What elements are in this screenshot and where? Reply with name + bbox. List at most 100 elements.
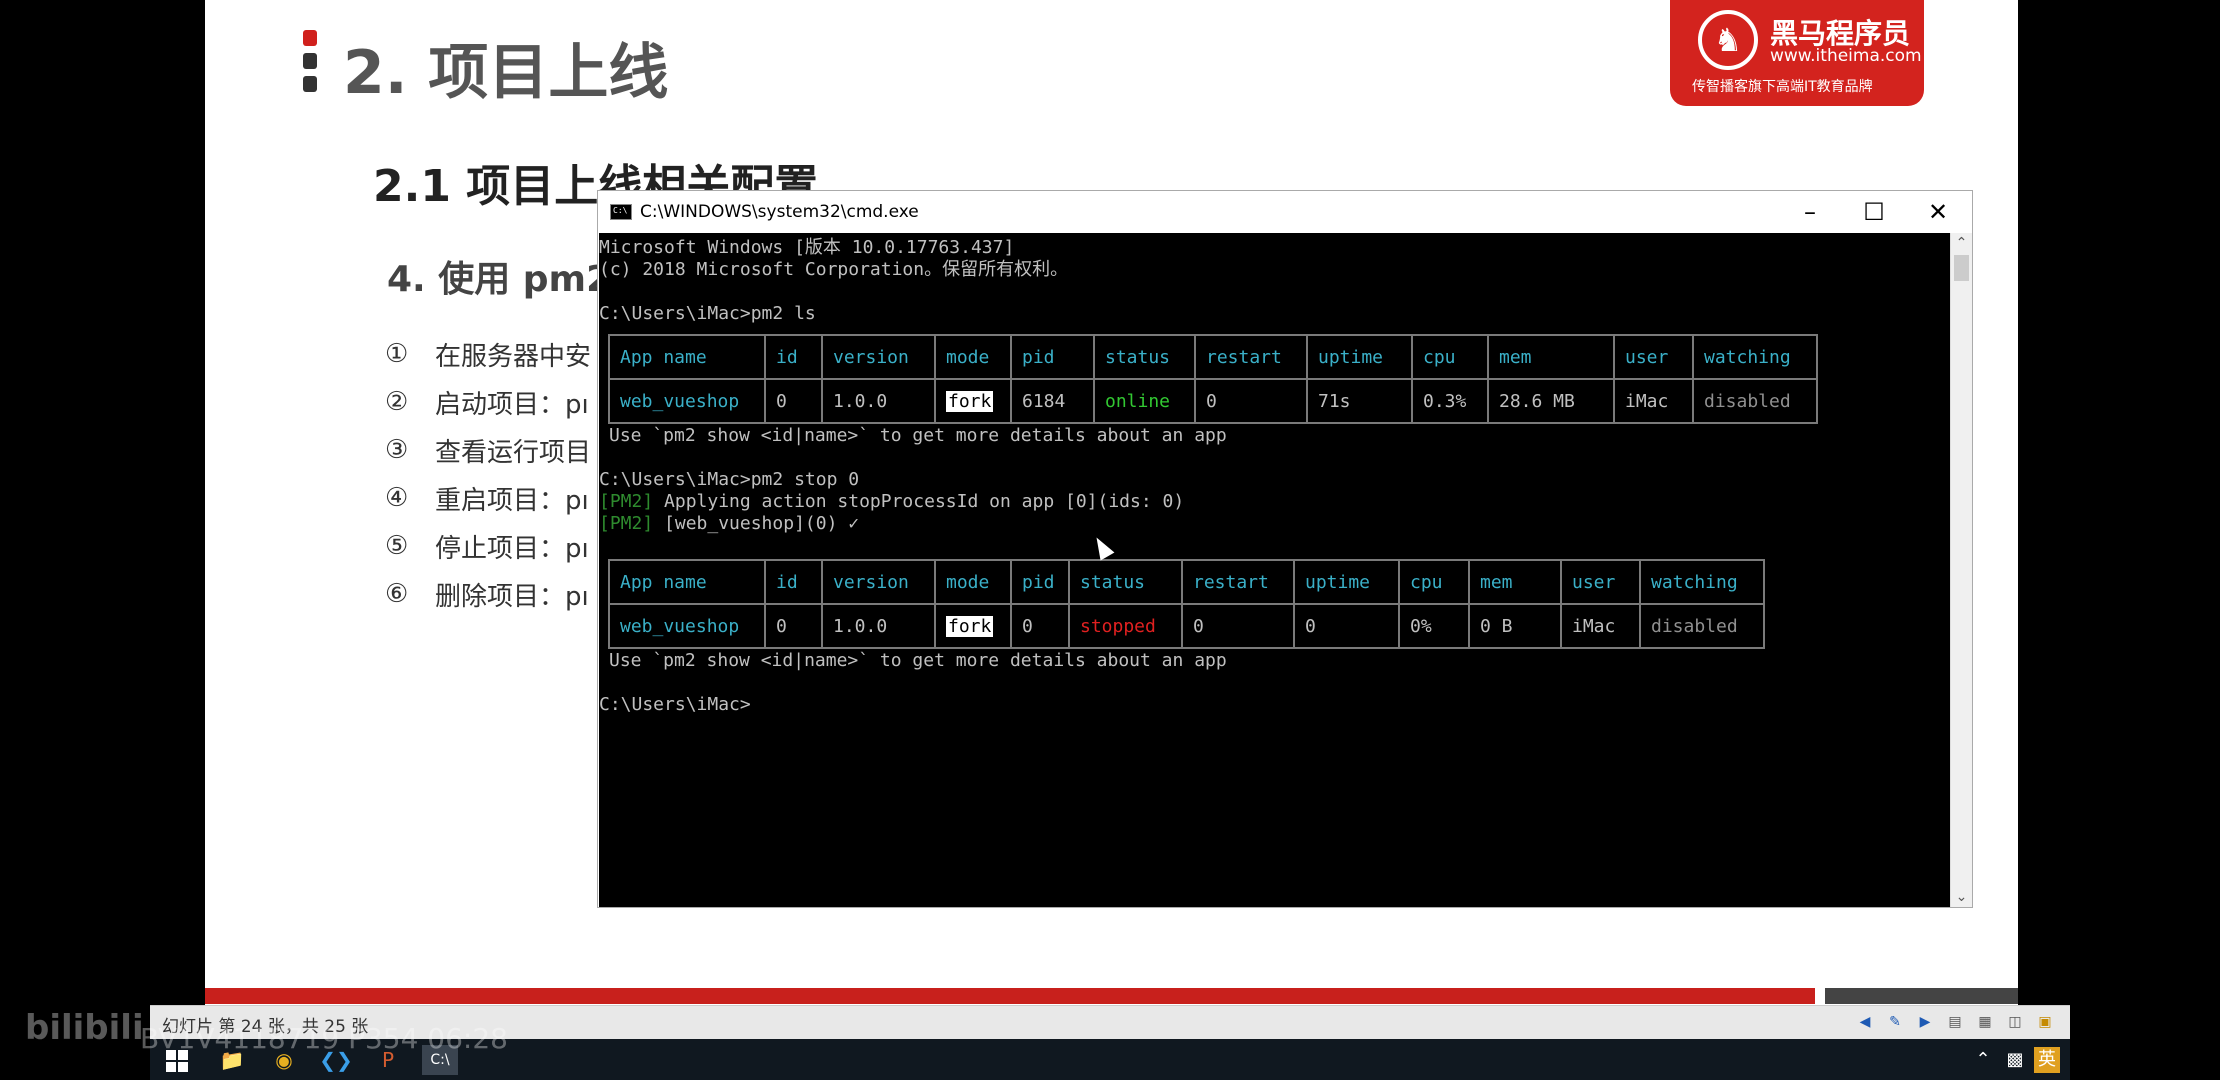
logo-url: www.itheima.com [1770, 46, 1922, 66]
column-header: status [1093, 334, 1196, 380]
system-tray: ⌃ ▩ 英 [1964, 1047, 2060, 1073]
step-number: ④ [385, 483, 409, 513]
vertical-scrollbar[interactable]: ⌃ ⌄ [1950, 233, 1972, 907]
cmd-window[interactable]: C:\WINDOWS\system32\cmd.exe – ☐ ✕ Micros… [597, 190, 1973, 908]
list-item: ⑥ 删除项目：pı [385, 570, 591, 618]
cell-mode: fork [934, 603, 1012, 649]
tray-expand-icon[interactable]: ⌃ [1970, 1047, 1996, 1073]
column-header: mem [1468, 559, 1562, 605]
step-text: 重启项目：pı [435, 485, 589, 516]
next-slide-icon[interactable]: ▶ [1914, 1012, 1936, 1032]
table-row: web_vueshop 0 1.0.0 fork 0 stopped 0 0 0… [608, 603, 1765, 649]
logo-slogan: 传智播客旗下高端IT教育品牌 [1692, 79, 1873, 95]
console-line: Microsoft Windows [版本 10.0.17763.437] [599, 237, 1015, 258]
status-badge: stopped [1068, 603, 1183, 649]
cell-watching: disabled [1692, 378, 1818, 424]
steps-list: ① 在服务器中安 ② 启动项目：pı ③ 查看运行项目 ④ 重启项目：pı ⑤ 停止项目：… [385, 330, 591, 618]
column-header: watching [1639, 559, 1765, 605]
column-header: uptime [1306, 334, 1413, 380]
column-header: id [764, 559, 823, 605]
table-row: web_vueshop 0 1.0.0 fork 6184 online 0 7… [608, 378, 1818, 424]
list-item: ④ 重启项目：pı [385, 474, 591, 522]
sorter-view-icon[interactable]: ▦ [1974, 1012, 1996, 1032]
notes-icon[interactable]: ✎ [1884, 1012, 1906, 1032]
cell-version: 1.0.0 [821, 603, 936, 649]
console-line: [PM2] Applying action stopProcessId on a… [599, 491, 1184, 513]
cell-cpu: 0.3% [1411, 378, 1489, 424]
column-header: user [1613, 334, 1694, 380]
step-number: ⑥ [385, 579, 409, 609]
mode-label: fork [946, 390, 994, 412]
cell-uptime: 71s [1306, 378, 1413, 424]
list-item: ① 在服务器中安 [385, 330, 591, 378]
close-icon[interactable]: ✕ [1906, 191, 1970, 233]
step-text: 启动项目：pı [435, 389, 589, 420]
scroll-thumb[interactable] [1954, 255, 1969, 281]
stop-message: [web_vueshop](0) ✓ [653, 513, 860, 534]
console-prompt[interactable]: C:\Users\iMac> [599, 694, 751, 716]
bilibili-watermark: bilibili [25, 1008, 144, 1048]
console-line: [PM2] [web_vueshop](0) ✓ [599, 513, 859, 535]
ime-icon[interactable]: 英 [2034, 1047, 2060, 1073]
scroll-up-icon[interactable]: ⌃ [1951, 233, 1972, 253]
column-header: pid [1010, 334, 1095, 380]
cmd-icon [610, 204, 632, 220]
mode-label: fork [946, 615, 994, 637]
cell-user: iMac [1560, 603, 1641, 649]
pm2-process-table-stopped: App name id version mode pid status rest… [608, 559, 1765, 649]
console-line: Use `pm2 show <id|name>` to get more det… [609, 425, 1227, 446]
horse-logo-icon: ♞ [1698, 10, 1758, 70]
reading-view-icon[interactable]: ◫ [2004, 1012, 2026, 1032]
cell-restart: 0 [1181, 603, 1295, 649]
maximize-icon[interactable]: ☐ [1842, 191, 1906, 233]
column-header: restart [1194, 334, 1308, 380]
prev-slide-icon[interactable]: ◀ [1854, 1012, 1876, 1032]
slide-footer-dark-bar [1825, 988, 2018, 1004]
status-badge: online [1093, 378, 1196, 424]
slideshow-icon[interactable]: ▣ [2034, 1012, 2056, 1032]
cell-pid: 0 [1010, 603, 1070, 649]
slide-footer-bar [205, 988, 1815, 1004]
cell-mem: 0 B [1468, 603, 1562, 649]
cell-cpu: 0% [1398, 603, 1470, 649]
network-icon[interactable]: ▩ [2002, 1047, 2028, 1073]
column-header: id [764, 334, 823, 380]
list-item: ② 启动项目：pı [385, 378, 591, 426]
cmd-titlebar[interactable]: C:\WINDOWS\system32\cmd.exe – ☐ ✕ [598, 191, 1972, 233]
column-header: status [1068, 559, 1183, 605]
table-header-row: App name id version mode pid status rest… [608, 334, 1818, 380]
section-heading: 4. 使用 pm2 [387, 259, 612, 300]
cell-version: 1.0.0 [821, 378, 936, 424]
column-header: mem [1487, 334, 1615, 380]
column-header: App name [608, 334, 766, 380]
step-number: ⑤ [385, 531, 409, 561]
column-header: pid [1010, 559, 1070, 605]
column-header: watching [1692, 334, 1818, 380]
normal-view-icon[interactable]: ▤ [1944, 1012, 1966, 1032]
console-line: (c) 2018 Microsoft Corporation。保留所有权利。 [599, 259, 1069, 280]
cmd-title: C:\WINDOWS\system32\cmd.exe [640, 202, 919, 222]
cell-app-name: web_vueshop [608, 603, 766, 649]
scroll-down-icon[interactable]: ⌄ [1951, 887, 1972, 907]
minimize-icon[interactable]: – [1778, 191, 1842, 233]
list-item: ⑤ 停止项目：pı [385, 522, 591, 570]
slide-title: 2. 项目上线 [343, 38, 669, 108]
console-line: C:\Users\iMac>pm2 stop 0 [599, 469, 860, 490]
step-text: 在服务器中安 [435, 341, 592, 372]
column-header: App name [608, 559, 766, 605]
console-line: Use `pm2 show <id|name>` to get more det… [609, 650, 1227, 671]
statusbar-controls: ◀ ✎ ▶ ▤ ▦ ◫ ▣ [1846, 1012, 2056, 1032]
list-item: ③ 查看运行项目 [385, 426, 591, 474]
table-header-row: App name id version mode pid status rest… [608, 559, 1765, 605]
step-number: ③ [385, 435, 409, 465]
console-output[interactable]: Microsoft Windows [版本 10.0.17763.437] (c… [599, 233, 1951, 907]
step-text: 删除项目：pı [435, 581, 589, 612]
cell-mem: 28.6 MB [1487, 378, 1615, 424]
cell-restart: 0 [1194, 378, 1308, 424]
console-line: C:\Users\iMac>pm2 ls [599, 303, 816, 324]
column-header: uptime [1293, 559, 1400, 605]
step-number: ② [385, 387, 409, 417]
pm2-process-table: App name id version mode pid status rest… [608, 334, 1818, 424]
cell-id: 0 [764, 603, 823, 649]
column-header: mode [934, 559, 1012, 605]
